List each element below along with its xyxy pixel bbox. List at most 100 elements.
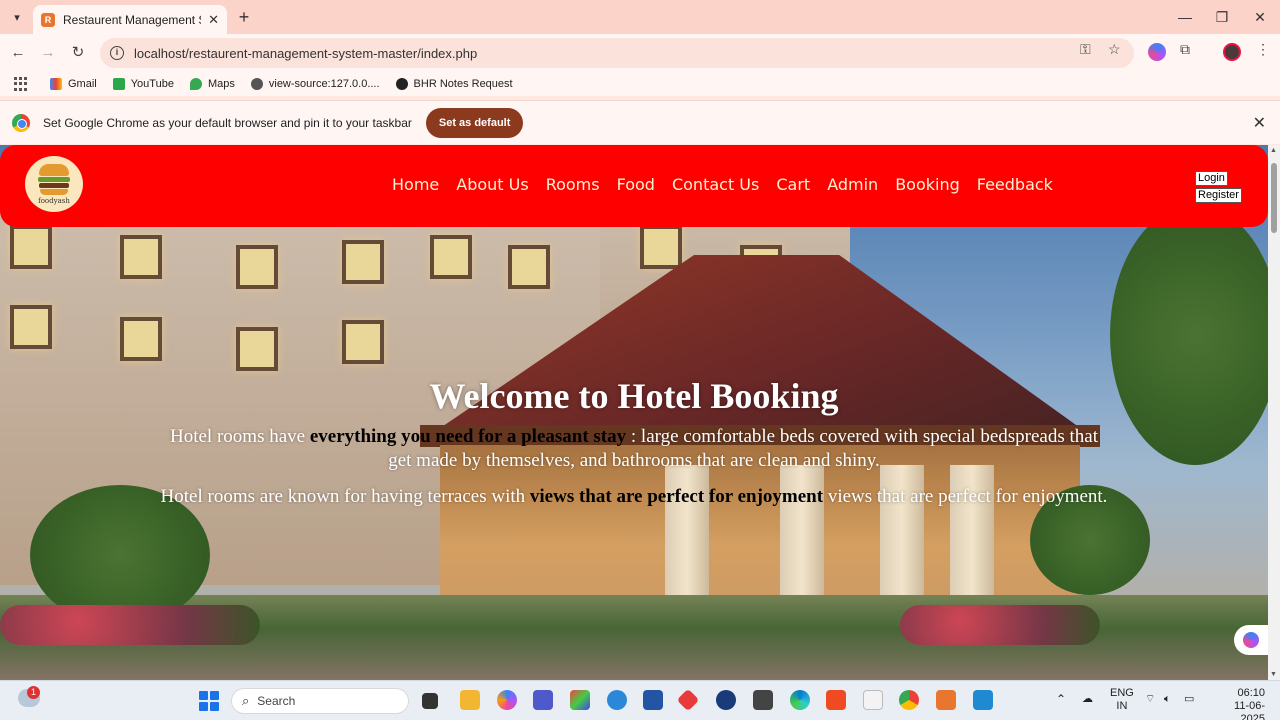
hero-p1-bold: everything you need for a pleasant stay xyxy=(309,426,627,447)
logo-text: foodyash xyxy=(38,196,70,205)
nav-feedback[interactable]: Feedback xyxy=(977,175,1053,194)
bookmark-label: Maps xyxy=(207,78,235,90)
burger-lettuce xyxy=(38,176,70,182)
forward-icon[interactable]: → xyxy=(37,42,59,64)
teams-icon[interactable] xyxy=(533,690,553,710)
clock-time: 06:10 xyxy=(1237,687,1265,699)
scroll-down-icon[interactable]: ▼ xyxy=(1270,671,1277,678)
bookmark-view-source[interactable]: view-source:127.0.0.... xyxy=(250,78,380,90)
back-icon[interactable]: ← xyxy=(7,42,29,64)
nav-home[interactable]: Home xyxy=(392,175,439,194)
chrome-taskbar-icon[interactable] xyxy=(899,690,919,710)
bookmark-bhr-notes[interactable]: BHR Notes Request xyxy=(395,78,513,90)
clock[interactable]: 06:10 11-06-2025 xyxy=(1211,687,1265,720)
taskbar-search[interactable]: ⌕ Search xyxy=(231,688,409,714)
auth-buttons: Login Register xyxy=(1195,171,1242,203)
site-menu: Home About Us Rooms Food Contact Us Cart… xyxy=(392,175,1053,194)
site-info-icon[interactable]: i xyxy=(110,46,124,60)
edge-icon[interactable] xyxy=(790,690,810,710)
battery-icon[interactable]: ▭ xyxy=(1184,693,1194,706)
youtube-icon xyxy=(112,78,125,90)
clock-date: 11-06-2025 xyxy=(1234,700,1265,720)
hero-paragraph-1: Hotel rooms have everything you need for… xyxy=(160,425,1108,473)
globe-icon xyxy=(250,78,263,90)
terminal-icon[interactable] xyxy=(753,690,773,710)
maximize-icon[interactable]: ❐ xyxy=(1204,4,1240,30)
language-line-1: ENG xyxy=(1110,687,1134,699)
copilot-extension-icon[interactable] xyxy=(1148,43,1166,61)
set-as-default-button[interactable]: Set as default xyxy=(425,107,524,138)
bookmarks-bar: Gmail YouTube Maps view-source:127.0.0..… xyxy=(0,72,1280,96)
menu-kebab-icon[interactable]: ⋮ xyxy=(1256,41,1270,58)
weather-badge: 1 xyxy=(27,686,40,699)
hero-p2-bold: views that are perfect for enjoyment xyxy=(529,486,824,507)
infobar-message: Set Google Chrome as your default browse… xyxy=(43,115,412,130)
volume-icon[interactable]: 🔈︎ xyxy=(1164,693,1171,706)
bookmark-gmail[interactable]: Gmail xyxy=(50,78,97,90)
close-window-icon[interactable]: ✕ xyxy=(1242,4,1278,30)
nav-booking[interactable]: Booking xyxy=(895,175,960,194)
git-icon[interactable] xyxy=(676,688,700,712)
reload-icon[interactable]: ↻ xyxy=(67,42,89,64)
minimize-icon[interactable]: — xyxy=(1167,4,1203,30)
extensions-icon[interactable]: ⧉ xyxy=(1180,41,1190,58)
store-icon[interactable] xyxy=(643,690,663,710)
nav-contact-us[interactable]: Contact Us xyxy=(672,175,759,194)
nav-about-us[interactable]: About Us xyxy=(456,175,528,194)
vscode-icon[interactable] xyxy=(973,690,993,710)
edge-dev-icon[interactable] xyxy=(607,690,627,710)
profile-avatar[interactable] xyxy=(1223,43,1241,61)
nav-food[interactable]: Food xyxy=(617,175,655,194)
bookmark-label: view-source:127.0.0.... xyxy=(268,78,380,90)
site-logo[interactable]: foodyash xyxy=(25,156,83,212)
language-line-2: IN xyxy=(1116,700,1128,712)
apps-grid-icon[interactable] xyxy=(14,77,28,91)
bookmark-label: BHR Notes Request xyxy=(413,78,513,90)
login-button[interactable]: Login xyxy=(1195,171,1228,186)
bookmark-maps[interactable]: Maps xyxy=(189,78,235,90)
onedrive-icon[interactable]: ☁ xyxy=(1082,693,1093,706)
site-navbar: foodyash Home About Us Rooms Food Contac… xyxy=(0,145,1268,227)
hero-p1-start: Hotel rooms have xyxy=(170,426,310,447)
language-indicator[interactable]: ENG IN xyxy=(1110,687,1134,713)
browser-toolbar: ← → ↻ i localhost/restaurent-management-… xyxy=(0,34,1280,72)
task-view-icon[interactable] xyxy=(422,693,438,709)
chrome-logo-icon xyxy=(12,113,30,132)
search-icon: ⌕ xyxy=(242,693,250,708)
new-tab-icon[interactable]: + xyxy=(234,6,254,28)
maps-pin-icon xyxy=(189,78,202,90)
password-key-icon[interactable]: ⚿ xyxy=(1080,41,1091,58)
brave-icon[interactable] xyxy=(826,690,846,710)
copilot-app-icon[interactable] xyxy=(497,690,517,710)
address-bar[interactable]: i localhost/restaurent-management-system… xyxy=(100,38,1134,68)
hero-p2-end: views that are perfect for enjoyment. xyxy=(823,486,1108,507)
xampp-icon[interactable] xyxy=(936,690,956,710)
file-explorer-icon[interactable] xyxy=(460,690,480,710)
bookmark-youtube[interactable]: YouTube xyxy=(112,78,174,90)
notepad-icon[interactable] xyxy=(863,690,883,710)
scroll-up-icon[interactable]: ▲ xyxy=(1270,147,1277,154)
copilot-side-button[interactable] xyxy=(1234,625,1268,655)
hero-paragraph-2: Hotel rooms are known for having terrace… xyxy=(160,485,1108,509)
infobar-close-icon[interactable]: ✕ xyxy=(1253,113,1266,133)
tab-search-icon[interactable]: ▾ xyxy=(6,6,28,28)
nav-admin[interactable]: Admin xyxy=(827,175,878,194)
nav-cart[interactable]: Cart xyxy=(776,175,810,194)
mongodb-compass-icon[interactable] xyxy=(716,690,736,710)
browser-tab[interactable]: R Restaurent Management Systen ✕ xyxy=(33,5,227,34)
bookmark-star-icon[interactable]: ☆ xyxy=(1108,41,1121,58)
nav-rooms[interactable]: Rooms xyxy=(546,175,600,194)
hero-text: Welcome to Hotel Booking Hotel rooms hav… xyxy=(160,375,1108,521)
wifi-icon[interactable]: ⌔ xyxy=(1145,693,1155,706)
hero-title: Welcome to Hotel Booking xyxy=(429,376,839,416)
m365-icon[interactable] xyxy=(570,690,590,710)
hero-p2-start: Hotel rooms are known for having terrace… xyxy=(160,486,530,507)
start-icon[interactable] xyxy=(199,691,219,711)
tray-overflow-icon[interactable]: ⌃ xyxy=(1056,693,1066,706)
tab-close-icon[interactable]: ✕ xyxy=(208,12,219,28)
bookmark-label: Gmail xyxy=(68,78,97,90)
register-button[interactable]: Register xyxy=(1195,188,1242,203)
scrollbar-thumb[interactable] xyxy=(1271,163,1277,233)
page-viewport: foodyash Home About Us Rooms Food Contac… xyxy=(0,145,1268,680)
page-scrollbar[interactable]: ▲ ▼ xyxy=(1268,145,1280,680)
